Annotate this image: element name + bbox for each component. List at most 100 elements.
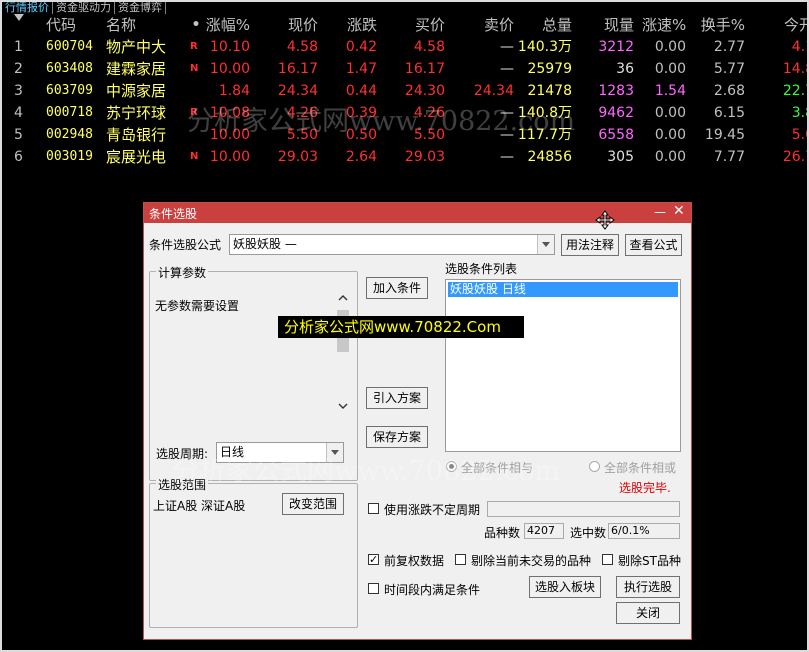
header-ask[interactable]: 卖价 — [465, 14, 514, 36]
period-condition-checkbox[interactable] — [368, 583, 379, 594]
forward-adjust-checkbox[interactable]: ✓ — [368, 554, 379, 565]
row-index: 1 — [14, 39, 23, 55]
header-volume[interactable]: 总量 — [515, 14, 572, 36]
status-text: 选股完毕. — [619, 481, 671, 495]
row-open: 3.8 — [791, 105, 807, 121]
row-open: 22.7 — [782, 83, 807, 99]
row-speed: 0.00 — [654, 127, 686, 143]
chevron-down-icon[interactable] — [537, 235, 554, 254]
range-value: 上证A股 深证A股 — [153, 499, 246, 513]
header-pct[interactable]: 涨幅% — [205, 14, 250, 36]
run-select-button[interactable]: 执行选股 — [616, 576, 680, 598]
selected-field: 6/0.1% — [608, 523, 680, 539]
row-current-volume: 9462 — [598, 105, 634, 121]
exclude-st-label: 剔除ST品种 — [618, 554, 681, 568]
exclude-st-checkbox[interactable] — [602, 554, 613, 565]
chevron-up-icon[interactable] — [338, 294, 348, 302]
header-flag[interactable]: • — [190, 14, 202, 36]
dialog-titlebar[interactable]: 条件选股 — ✕ — [144, 203, 691, 230]
row-speed: 0.00 — [654, 39, 686, 55]
close-icon[interactable]: ✕ — [673, 203, 685, 219]
count-field: 4207 — [524, 523, 564, 539]
row-turnover: 6.15 — [713, 105, 745, 121]
row-current-volume: 36 — [616, 61, 634, 77]
uncertain-period-field[interactable] — [487, 501, 680, 517]
uncertain-period-label: 使用涨跌不定周期 — [384, 503, 481, 517]
row-pct: 10.00 — [209, 149, 250, 165]
exclude-untraded-label: 剔除当前未交易的品种 — [471, 554, 592, 568]
row-change: 0.42 — [345, 39, 377, 55]
row-ask: — — [500, 39, 514, 55]
row-speed: 0.00 — [654, 149, 686, 165]
row-turnover: 5.77 — [713, 61, 745, 77]
table-row[interactable]: 2 603408 建霖家居 N 10.00 16.17 1.47 16.17 —… — [2, 58, 807, 80]
row-turnover: 19.45 — [704, 127, 745, 143]
condition-select-dialog: 条件选股 — ✕ 条件选股公式 妖股妖股 — 用法注释 查看公式 计算参数 无参… — [143, 202, 692, 640]
row-name: 建霖家居 — [106, 60, 167, 78]
row-name: 物产中大 — [106, 38, 167, 56]
tab-fund-game[interactable]: 资金博弈 — [115, 2, 166, 14]
header-price[interactable]: 现价 — [264, 14, 318, 36]
header-name[interactable]: 名称 — [106, 14, 176, 36]
row-flag: N — [190, 151, 199, 162]
row-open: 26.7 — [782, 149, 807, 165]
table-row[interactable]: 1 600704 物产中大 R 10.10 4.58 0.42 4.58 — 1… — [2, 36, 807, 58]
header-speed[interactable]: 涨速% — [642, 14, 686, 36]
row-open: 5.0 — [791, 127, 807, 143]
header-change[interactable]: 涨跌 — [330, 14, 377, 36]
radio-or[interactable] — [589, 461, 600, 472]
row-index: 6 — [14, 149, 23, 165]
header-bid[interactable]: 买价 — [394, 14, 445, 36]
count-label: 品种数 — [484, 526, 521, 540]
row-pct: 10.00 — [209, 61, 250, 77]
header-turnover[interactable]: 换手% — [699, 14, 745, 36]
row-bid: 4.58 — [413, 39, 445, 55]
tab-fund-drive[interactable]: 资金驱动力 — [53, 2, 115, 14]
change-range-button[interactable]: 改变范围 — [282, 493, 344, 515]
row-speed: 0.00 — [654, 61, 686, 77]
params-group-title: 计算参数 — [156, 264, 209, 281]
params-scrollbar[interactable] — [336, 292, 350, 412]
usage-notes-button[interactable]: 用法注释 — [561, 234, 619, 256]
app-window: 行情报价 资金驱动力 资金博弈 代码 名称 • 涨幅% 现价 涨跌 买价 卖价 … — [0, 0, 809, 652]
formula-select[interactable]: 妖股妖股 — — [229, 234, 555, 255]
to-block-button[interactable]: 选股入板块 — [529, 576, 601, 598]
row-index: 3 — [14, 83, 23, 99]
watermark-banner: 分析家公式网www.70822.Com — [278, 316, 524, 338]
tab-quotes[interactable]: 行情报价 — [2, 2, 53, 14]
save-scheme-button[interactable]: 保存方案 — [366, 426, 428, 448]
add-condition-button[interactable]: 加入条件 — [366, 277, 428, 299]
row-bid: 16.17 — [404, 61, 445, 77]
close-button[interactable]: 关闭 — [616, 602, 680, 624]
row-index: 5 — [14, 127, 23, 143]
row-ask: — — [500, 61, 514, 77]
row-current-volume: 305 — [607, 149, 634, 165]
exclude-untraded-checkbox[interactable] — [455, 554, 466, 565]
top-tab-bar: 行情报价 资金驱动力 资金博弈 — [2, 2, 166, 14]
uncertain-period-checkbox[interactable] — [368, 503, 379, 514]
watermark-bottom: 分析家公式网www.70822.com — [172, 456, 561, 487]
view-formula-button[interactable]: 查看公式 — [625, 234, 682, 256]
chevron-down-icon[interactable] — [338, 402, 348, 410]
row-index: 4 — [14, 105, 23, 121]
quote-table: 代码 名称 • 涨幅% 现价 涨跌 买价 卖价 总量 现量 涨速% 换手% 今开… — [2, 14, 807, 168]
row-name: 宸展光电 — [106, 148, 167, 166]
row-index: 2 — [14, 61, 23, 77]
row-flag: N — [190, 63, 199, 74]
minimize-button[interactable]: — — [654, 205, 666, 219]
header-open[interactable]: 今开 — [774, 14, 807, 36]
cond-list-label: 选股条件列表 — [445, 262, 518, 276]
header-code[interactable]: 代码 — [46, 14, 104, 36]
row-price: 4.58 — [286, 39, 318, 55]
condition-list[interactable]: 妖股妖股 日线 — [445, 279, 681, 452]
list-item[interactable]: 妖股妖股 日线 — [448, 282, 678, 297]
table-row[interactable]: 6 003019 宸展光电 N 10.00 29.03 2.64 29.03 —… — [2, 146, 807, 168]
row-name: 苏宁环球 — [106, 104, 167, 122]
header-current-volume[interactable]: 现量 — [577, 14, 634, 36]
row-current-volume: 6558 — [598, 127, 634, 143]
table-header: 代码 名称 • 涨幅% 现价 涨跌 买价 卖价 总量 现量 涨速% 换手% 今开 — [2, 14, 807, 36]
row-volume: 24856 — [527, 149, 572, 165]
import-scheme-button[interactable]: 引入方案 — [366, 387, 428, 409]
row-turnover: 7.77 — [713, 149, 745, 165]
dialog-title: 条件选股 — [149, 207, 198, 221]
